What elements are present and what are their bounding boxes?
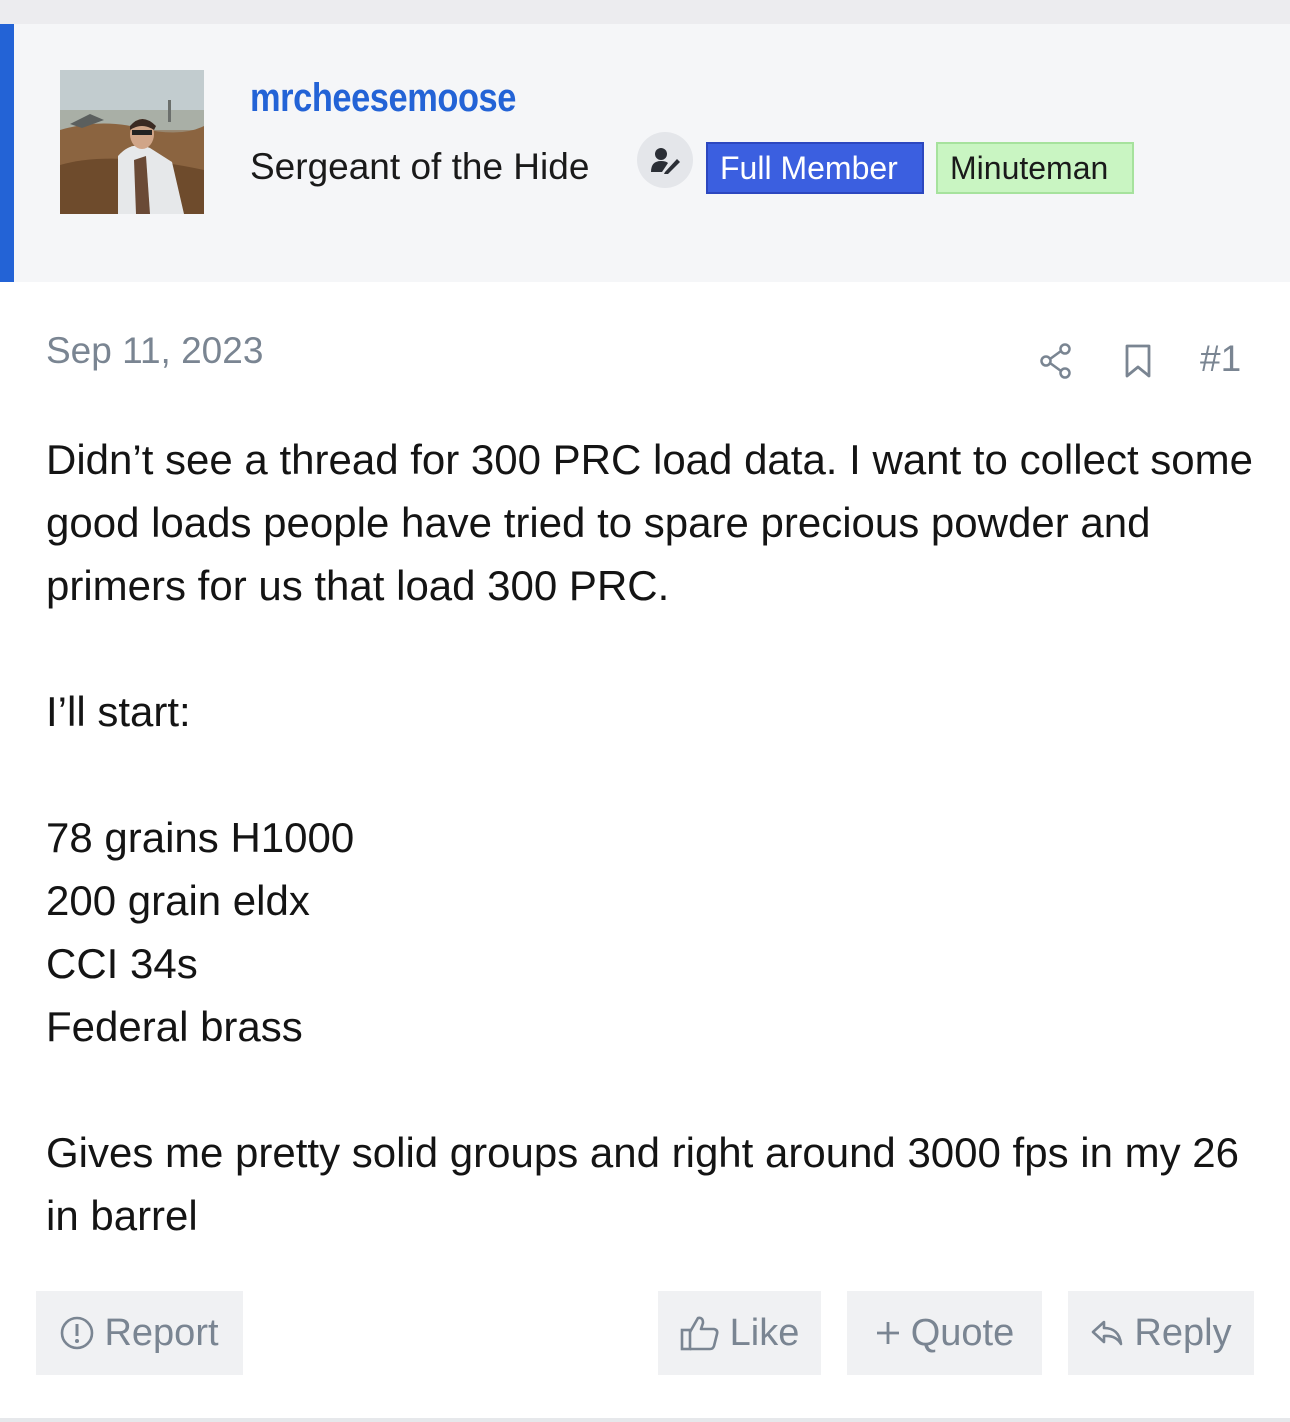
- share-icon[interactable]: [1036, 336, 1076, 386]
- post-paragraph: Federal brass: [46, 1003, 303, 1050]
- reply-arrow-icon: [1090, 1318, 1124, 1348]
- thumbs-up-icon: [680, 1315, 720, 1351]
- post-date[interactable]: Sep 11, 2023: [46, 330, 263, 372]
- post-paragraph: Gives me pretty solid groups and right a…: [46, 1129, 1239, 1239]
- plus-icon: [875, 1320, 901, 1346]
- reply-label: Reply: [1134, 1311, 1232, 1354]
- post-paragraph: CCI 34s: [46, 940, 198, 987]
- report-label: Report: [104, 1311, 219, 1354]
- bottom-divider: [0, 1418, 1290, 1422]
- accent-bar: [0, 24, 14, 282]
- avatar[interactable]: [60, 70, 204, 214]
- post-paragraph: 200 grain eldx: [46, 877, 310, 924]
- post-paragraph: I’ll start:: [46, 688, 191, 735]
- exclamation-circle-icon: [60, 1316, 94, 1350]
- post-user-header: mrcheesemoose Sergeant of the Hide Full …: [0, 24, 1290, 282]
- post-number-link[interactable]: #1: [1200, 338, 1241, 380]
- post-paragraph: 78 grains H1000: [46, 814, 355, 861]
- reply-button[interactable]: Reply: [1068, 1291, 1254, 1375]
- quote-button[interactable]: Quote: [847, 1291, 1042, 1375]
- bookmark-icon[interactable]: [1118, 336, 1158, 386]
- top-strip: [0, 0, 1290, 24]
- avatar-image: [60, 70, 204, 214]
- user-title: Sergeant of the Hide: [250, 146, 590, 187]
- like-label: Like: [729, 1311, 800, 1354]
- user-edit-icon: [637, 132, 693, 188]
- badge-full-member: Full Member: [706, 142, 924, 194]
- post-body: Didn’t see a thread for 300 PRC load dat…: [46, 428, 1256, 1247]
- quote-label: Quote: [910, 1311, 1015, 1354]
- badge-minuteman: Minuteman: [936, 142, 1134, 194]
- post-paragraph: Didn’t see a thread for 300 PRC load dat…: [46, 436, 1253, 609]
- like-button[interactable]: Like: [658, 1291, 821, 1375]
- username-link[interactable]: mrcheesemoose: [250, 76, 516, 121]
- report-button[interactable]: Report: [36, 1291, 243, 1375]
